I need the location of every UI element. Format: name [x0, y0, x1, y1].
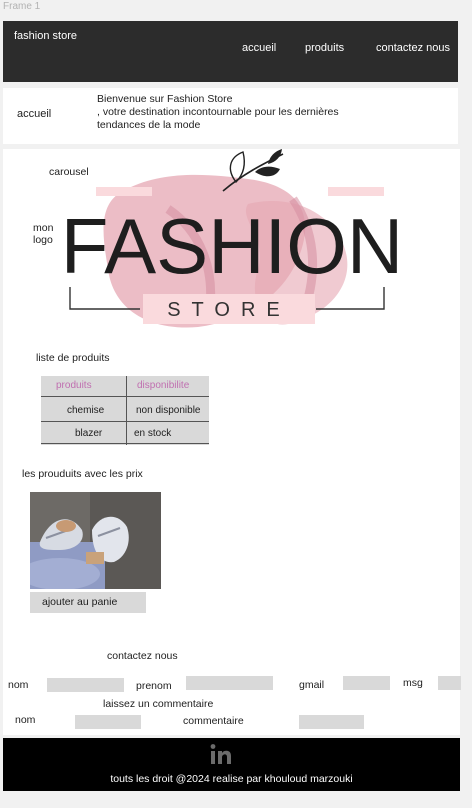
linkedin-icon[interactable]	[208, 743, 234, 765]
contact-title: contactez nous	[107, 650, 178, 662]
table-header-produits: produits	[56, 380, 92, 391]
comment-nom-field[interactable]	[75, 715, 141, 729]
comment-title: laissez un commentaire	[103, 698, 214, 710]
table-cell-product: blazer	[75, 428, 103, 439]
label-msg: msg	[403, 677, 423, 689]
frame-label: Frame 1	[3, 1, 41, 12]
site-footer: touts les droit @2024 realise par khoulo…	[3, 738, 460, 791]
fashion-store-logo: FASHION STORE	[61, 149, 403, 328]
products-list-title: liste de produits	[36, 352, 110, 364]
logo-label: mon logo	[33, 222, 54, 246]
add-to-cart-button[interactable]: ajouter au panie	[30, 592, 146, 613]
logo-subtitle: STORE	[167, 299, 291, 321]
breadcrumb[interactable]: accueil	[17, 108, 51, 120]
label-nom: nom	[8, 679, 29, 691]
nav-link-produits[interactable]: produits	[305, 42, 344, 54]
welcome-text: Bienvenue sur Fashion Store , votre dest…	[97, 93, 339, 131]
brand-name: fashion store	[14, 30, 77, 42]
nom-field[interactable]	[47, 678, 124, 692]
gmail-field[interactable]	[343, 676, 390, 690]
nav-link-contact[interactable]: contactez nous	[376, 42, 450, 54]
label-comment-nom: nom	[15, 714, 36, 726]
main-content: carousel mon logo FASHION STORE liste de…	[3, 149, 460, 735]
footer-copyright: touts les droit @2024 realise par khoulo…	[110, 773, 353, 785]
msg-field[interactable]	[438, 676, 461, 690]
site-header: fashion store accueil produits contactez…	[3, 21, 458, 82]
comment-field[interactable]	[299, 715, 364, 729]
table-header-disponibilite: disponibilite	[137, 380, 190, 391]
logo-title: FASHION	[61, 202, 403, 290]
table-cell-availability: en stock	[134, 428, 172, 439]
table-cell-availability: non disponible	[136, 405, 201, 416]
label-commentaire: commentaire	[183, 715, 244, 727]
product-photo	[30, 492, 161, 589]
welcome-section: accueil Bienvenue sur Fashion Store , vo…	[3, 88, 458, 144]
label-gmail: gmail	[299, 679, 325, 691]
nav-link-accueil[interactable]: accueil	[242, 42, 276, 54]
prices-title: les prouduits avec les prix	[22, 468, 143, 480]
product-table: produits disponibilite chemise non dispo…	[41, 376, 209, 445]
table-cell-product: chemise	[67, 405, 105, 416]
prenom-field[interactable]	[186, 676, 273, 690]
label-prenom: prenom	[136, 680, 172, 692]
